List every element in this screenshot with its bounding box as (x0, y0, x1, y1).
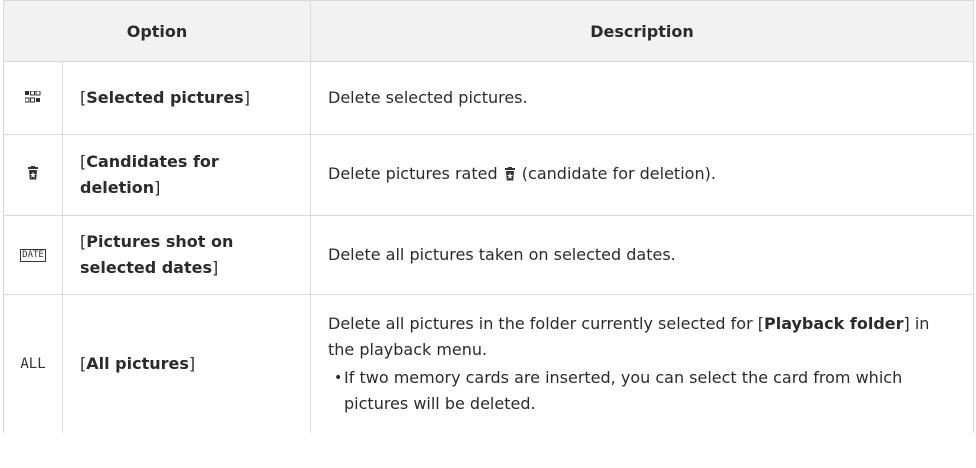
description-bold-text: Playback folder (763, 314, 904, 333)
bullet-dot: • (334, 370, 343, 386)
icon-cell (3, 134, 63, 216)
description-column-header: Description (310, 0, 975, 62)
icon-cell: DATE (3, 215, 63, 295)
description-text: Delete all pictures in the folder curren… (328, 314, 764, 333)
delete-options-table: Option Description [Selected pictures] D… (2, 0, 975, 433)
option-label: Candidates for deletion (80, 152, 219, 197)
all-pictures-icon: ALL (20, 356, 46, 373)
candidate-for-deletion-trash-icon (27, 162, 39, 188)
option-cell: [Selected pictures] (61, 61, 312, 135)
table-row: DATE [Pictures shot on selected dates] D… (3, 215, 975, 295)
description-cell: Delete selected pictures. (310, 61, 975, 135)
date-icon: DATE (20, 249, 46, 262)
table-row: ALL [All pictures] Delete all pictures i… (3, 294, 975, 433)
description-text: (candidate for deletion). (516, 164, 716, 183)
table-row: [Selected pictures] Delete selected pict… (3, 61, 975, 135)
description-paragraph: Delete all pictures in the folder curren… (328, 311, 957, 363)
candidate-for-deletion-trash-icon (504, 163, 516, 189)
icon-cell (3, 61, 63, 135)
option-column-header: Option (2, 0, 312, 62)
selected-pictures-grid-icon (24, 85, 41, 111)
icon-cell: ALL (3, 294, 63, 433)
bullet-item: • If two memory cards are inserted, you … (328, 365, 957, 417)
bracket-close: ] (212, 258, 219, 277)
option-label: Pictures shot on selected dates (80, 232, 234, 277)
table-row: [Candidates for deletion] Delete picture… (3, 134, 975, 216)
bracket-close: ] (188, 354, 196, 373)
bracket-close: ] (154, 178, 161, 197)
table-header-row: Option Description (2, 0, 975, 62)
bullet-text: If two memory cards are inserted, you ca… (344, 368, 903, 413)
option-cell: [Pictures shot on selected dates] (61, 215, 312, 295)
description-cell: Delete pictures rated (candidate for del… (310, 134, 975, 216)
description-cell: Delete all pictures in the folder curren… (310, 294, 975, 433)
option-cell: [Candidates for deletion] (61, 134, 312, 216)
bracket-close: ] (243, 88, 250, 107)
description-text: Delete pictures rated (328, 164, 503, 183)
option-label: Selected pictures (86, 88, 244, 107)
description-cell: Delete all pictures taken on selected da… (310, 215, 975, 295)
option-label: All pictures (86, 354, 189, 373)
option-cell: [All pictures] (61, 294, 312, 433)
